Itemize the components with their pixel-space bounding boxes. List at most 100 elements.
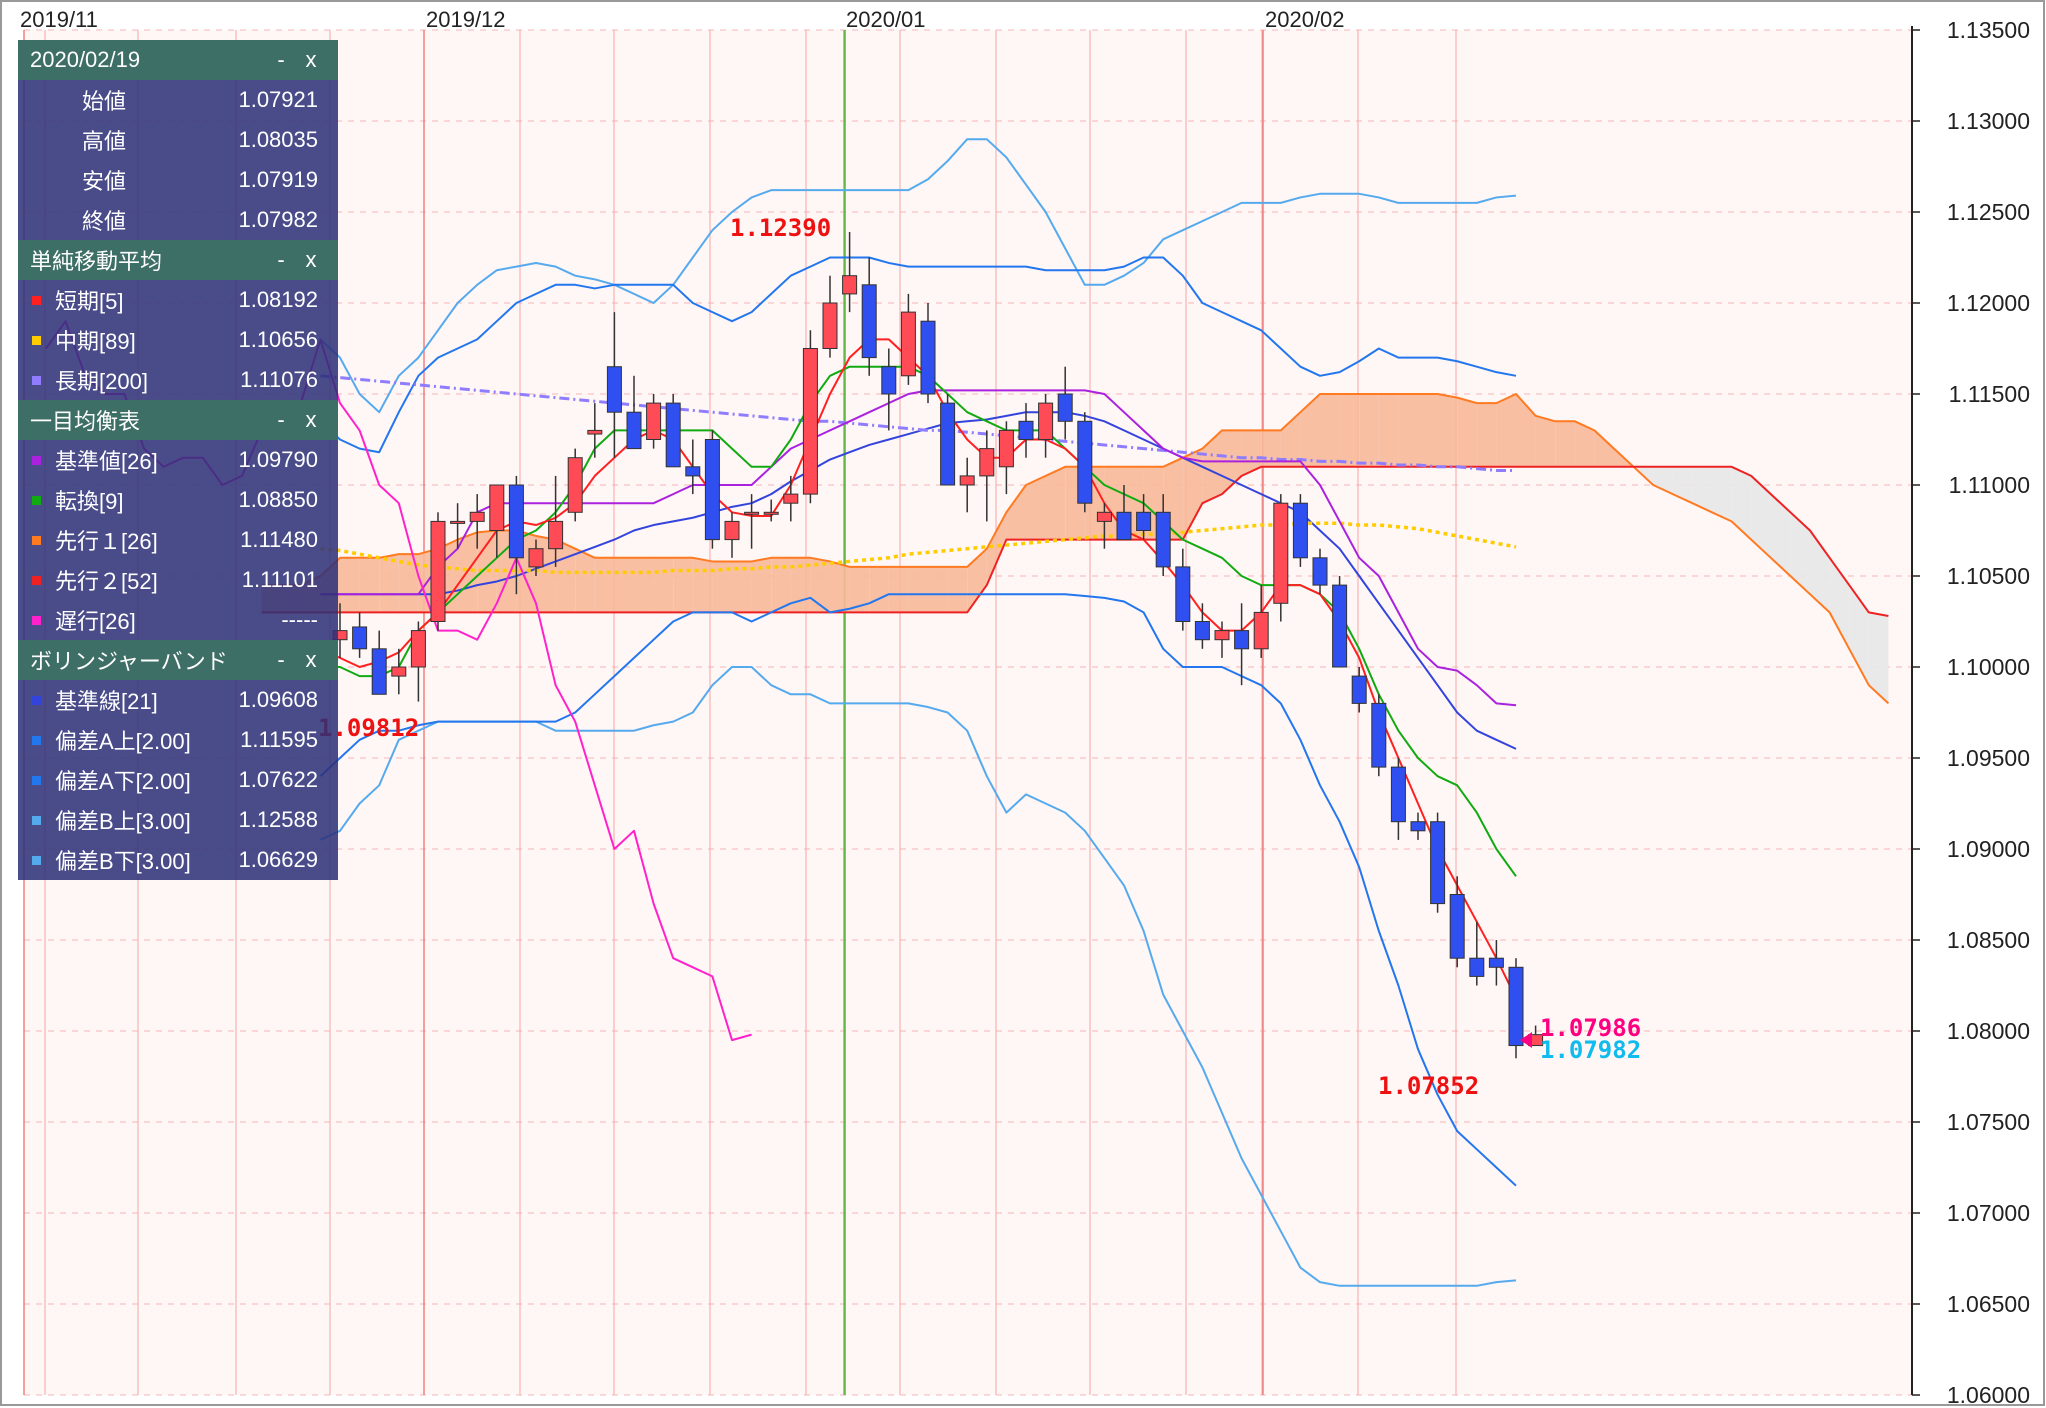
ichimoku-cloud-segment	[1045, 466, 1066, 540]
candle-body	[1390, 766, 1406, 823]
ichimoku-row-tenkan: 転換[9] 1.08850	[18, 480, 338, 520]
legend-swatch	[32, 615, 41, 625]
candle-body	[1234, 630, 1250, 650]
legend-swatch	[32, 335, 41, 345]
candle-body	[1253, 611, 1269, 650]
candle-body	[998, 429, 1014, 468]
minimize-button[interactable]: -	[266, 647, 296, 673]
y-tick-label: 1.06500	[1947, 1291, 2030, 1317]
candle-body	[489, 484, 505, 531]
minimize-button[interactable]: -	[266, 247, 296, 273]
legend-swatch	[32, 495, 41, 505]
legend-swatch	[32, 295, 41, 305]
candle-body	[802, 348, 818, 495]
ichimoku-cloud-segment	[575, 548, 595, 613]
ohlc-label: 安値	[82, 169, 127, 194]
ohlc-value: 1.07919	[238, 167, 318, 192]
bollinger-label: 偏差A下[2.00]	[55, 769, 191, 794]
ichimoku-row-chikou: 遅行[26] -----	[18, 600, 338, 640]
ichimoku-label: 基準値[26]	[55, 449, 158, 474]
bollinger-value: 1.11595	[240, 727, 318, 752]
minimize-button[interactable]: -	[266, 407, 296, 433]
candle-body	[1351, 675, 1367, 704]
ichimoku-cloud-segment	[379, 554, 399, 613]
close-button[interactable]: x	[296, 247, 326, 273]
candle-body	[881, 366, 897, 395]
close-button[interactable]: x	[296, 407, 326, 433]
y-tick-label: 1.13500	[1947, 17, 2030, 43]
y-tick-label: 1.07500	[1947, 1109, 2030, 1135]
ichimoku-cloud-segment	[1026, 475, 1046, 540]
high-price-label: 1.12390	[730, 214, 831, 242]
ichimoku-cloud-segment	[1535, 415, 1556, 467]
bollinger-label: 基準線[21]	[55, 689, 158, 714]
ichimoku-cloud-segment	[928, 566, 948, 613]
ohlc-value: 1.08035	[238, 127, 318, 152]
bollinger-value: 1.06629	[238, 847, 318, 872]
bollinger-label: 偏差B下[3.00]	[55, 849, 191, 874]
sma-label: 短期[5]	[55, 289, 124, 314]
candle-body	[1273, 502, 1289, 604]
y-tick-label: 1.07000	[1947, 1200, 2030, 1226]
candle-body	[391, 666, 407, 677]
candle-body	[410, 630, 426, 668]
x-tick-label: 2019/12	[426, 7, 506, 32]
ichimoku-row-senkou2: 先行２[52] 1.11101	[18, 560, 338, 600]
candle-body	[1292, 502, 1308, 559]
ichimoku-header: 一目均衡表 - x	[18, 400, 338, 440]
ichimoku-cloud-segment	[1339, 394, 1360, 467]
y-tick-label: 1.11000	[1949, 472, 2030, 498]
legend-swatch	[32, 535, 41, 545]
ichimoku-value: 1.08850	[238, 487, 318, 512]
ichimoku-cloud-segment	[1457, 397, 1477, 467]
candle-body	[1018, 420, 1034, 440]
y-tick-label: 1.09000	[1947, 836, 2030, 862]
ohlc-header: 2020/02/19 - x	[18, 40, 338, 80]
candle-body	[606, 366, 622, 413]
ichimoku-label: 先行２[52]	[55, 569, 158, 594]
candle-body	[1096, 511, 1112, 522]
ohlc-row-low: 安値 1.07919	[18, 160, 338, 200]
y-tick-label: 1.06000	[1947, 1382, 2030, 1408]
legend-swatch	[32, 695, 41, 705]
sma-title: 単純移動平均	[30, 249, 163, 274]
ohlc-value: 1.07921	[238, 87, 318, 112]
ichimoku-cloud-segment	[1555, 421, 1575, 467]
sma-value: 1.10656	[238, 327, 318, 352]
bollinger-row-a-lower: 偏差A下[2.00] 1.07622	[18, 760, 338, 800]
candle-body	[763, 511, 779, 515]
sma-value: 1.11076	[240, 367, 318, 392]
ohlc-label: 終値	[82, 209, 127, 234]
y-tick-label: 1.10000	[1947, 654, 2030, 680]
bollinger-header: ボリンジャーバンド - x	[18, 640, 338, 680]
bollinger-title: ボリンジャーバンド	[30, 649, 228, 674]
ichimoku-cloud-segment	[594, 557, 615, 613]
ichimoku-cloud-segment	[830, 561, 850, 613]
candle-body	[450, 520, 466, 524]
sma-label: 中期[89]	[55, 329, 136, 354]
bollinger-value: 1.09608	[238, 687, 318, 712]
low-price-label-right: 1.07852	[1378, 1072, 1479, 1100]
candle-body	[959, 475, 975, 486]
ohlc-row-high: 高値 1.08035	[18, 120, 338, 160]
candle-body	[900, 311, 916, 377]
bollinger-row-b-lower: 偏差B下[3.00] 1.06629	[18, 840, 338, 880]
close-button[interactable]: x	[296, 47, 326, 73]
candle-body	[1136, 511, 1152, 531]
x-tick-label: 2019/11	[20, 7, 98, 32]
candle-body	[1371, 702, 1387, 768]
sma-header: 単純移動平均 - x	[18, 240, 338, 280]
close-button[interactable]: x	[296, 647, 326, 673]
ichimoku-cloud-segment	[888, 566, 909, 613]
ichimoku-cloud-segment	[653, 557, 674, 613]
minimize-button[interactable]: -	[266, 47, 296, 73]
candle-body	[352, 626, 368, 650]
legend-swatch	[32, 775, 41, 785]
sma-row-long: 長期[200] 1.11076	[18, 360, 338, 400]
legend-swatch	[32, 375, 41, 385]
bollinger-row-a-upper: 偏差A上[2.00] 1.11595	[18, 720, 338, 760]
candle-body	[1410, 821, 1426, 832]
candle-body	[685, 466, 701, 477]
ohlc-row-close: 終値 1.07982	[18, 200, 338, 240]
ichimoku-label: 先行１[26]	[55, 529, 158, 554]
